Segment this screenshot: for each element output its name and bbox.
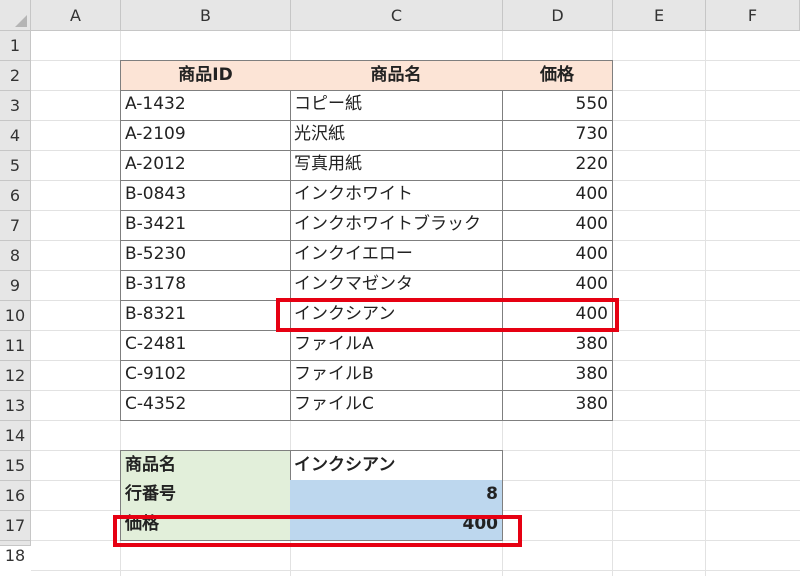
price-cell[interactable]: 400	[502, 300, 613, 331]
product-id-cell[interactable]: B-5230	[120, 240, 291, 271]
row-header-11[interactable]: 11	[0, 331, 31, 361]
column-header-a[interactable]: A	[31, 0, 121, 31]
column-header-e[interactable]: E	[613, 0, 706, 31]
product-id-cell[interactable]: A-2012	[120, 150, 291, 181]
price-cell[interactable]: 730	[502, 120, 613, 151]
select-all-triangle-icon	[15, 15, 27, 27]
row-header-2[interactable]: 2	[0, 61, 31, 91]
price-cell[interactable]: 400	[502, 210, 613, 241]
price-cell[interactable]: 400	[502, 180, 613, 211]
price-cell[interactable]: 550	[502, 90, 613, 121]
row-header-3[interactable]: 3	[0, 91, 31, 121]
price-cell[interactable]: 380	[502, 360, 613, 391]
lookup-label-cell[interactable]: 価格	[120, 510, 291, 541]
spreadsheet: ABCDEF 1 2 3 4 5 6 7 8 9 10 11 12 13 14 15 16 17 18 商品ID 商…	[0, 0, 800, 576]
product-name-cell[interactable]: インクホワイト	[290, 180, 503, 211]
select-all-corner[interactable]	[0, 0, 31, 31]
price-cell[interactable]: 220	[502, 150, 613, 181]
product-id-cell[interactable]: B-0843	[120, 180, 291, 211]
column-header-d[interactable]: D	[503, 0, 613, 31]
product-id-cell[interactable]: C-4352	[120, 390, 291, 421]
price-cell[interactable]: 380	[502, 390, 613, 421]
product-id-cell[interactable]: B-8321	[120, 300, 291, 331]
gridline-vertical	[705, 31, 706, 576]
product-name-cell[interactable]: インクホワイトブラック	[290, 210, 503, 241]
product-id-cell[interactable]: B-3178	[120, 270, 291, 301]
product-name-cell[interactable]: ファイルB	[290, 360, 503, 391]
lookup-label-cell[interactable]: 行番号	[120, 480, 291, 511]
product-name-cell[interactable]: 光沢紙	[290, 120, 503, 151]
lookup-value-cell[interactable]: 8	[290, 480, 503, 511]
product-id-cell[interactable]: B-3421	[120, 210, 291, 241]
product-name-cell[interactable]: ファイルC	[290, 390, 503, 421]
product-name-cell[interactable]: ファイルA	[290, 330, 503, 361]
column-header-b[interactable]: B	[121, 0, 291, 31]
row-header-14[interactable]: 14	[0, 421, 31, 451]
row-header-1[interactable]: 1	[0, 31, 31, 61]
column-header-c[interactable]: C	[291, 0, 503, 31]
row-header-17[interactable]: 17	[0, 511, 31, 541]
row-header-15[interactable]: 15	[0, 451, 31, 481]
product-name-cell[interactable]: 写真用紙	[290, 150, 503, 181]
row-header-6[interactable]: 6	[0, 181, 31, 211]
row-header-10[interactable]: 10	[0, 301, 31, 331]
row-header-18[interactable]: 18	[0, 541, 31, 565]
price-cell[interactable]: 400	[502, 240, 613, 271]
product-id-cell[interactable]: C-2481	[120, 330, 291, 361]
table-header-name[interactable]: 商品名	[290, 60, 503, 91]
product-id-cell[interactable]: A-2109	[120, 120, 291, 151]
lookup-value-cell[interactable]: インクシアン	[290, 450, 503, 481]
price-cell[interactable]: 380	[502, 330, 613, 361]
row-header-16[interactable]: 16	[0, 481, 31, 511]
lookup-label-cell[interactable]: 商品名	[120, 450, 291, 481]
product-name-cell[interactable]: インクシアン	[290, 300, 503, 331]
row-header-9[interactable]: 9	[0, 271, 31, 301]
product-name-cell[interactable]: インクマゼンタ	[290, 270, 503, 301]
row-header-4[interactable]: 4	[0, 121, 31, 151]
table-header-id[interactable]: 商品ID	[120, 60, 291, 91]
column-header-f[interactable]: F	[706, 0, 800, 31]
table-header-price[interactable]: 価格	[502, 60, 613, 91]
product-name-cell[interactable]: インクイエロー	[290, 240, 503, 271]
gridline-horizontal	[31, 570, 800, 571]
product-id-cell[interactable]: A-1432	[120, 90, 291, 121]
row-header-12[interactable]: 12	[0, 361, 31, 391]
row-header-8[interactable]: 8	[0, 241, 31, 271]
product-id-cell[interactable]: C-9102	[120, 360, 291, 391]
row-header-5[interactable]: 5	[0, 151, 31, 181]
product-name-cell[interactable]: コピー紙	[290, 90, 503, 121]
lookup-value-cell[interactable]: 400	[290, 510, 503, 541]
row-header-7[interactable]: 7	[0, 211, 31, 241]
price-cell[interactable]: 400	[502, 270, 613, 301]
row-header-13[interactable]: 13	[0, 391, 31, 421]
